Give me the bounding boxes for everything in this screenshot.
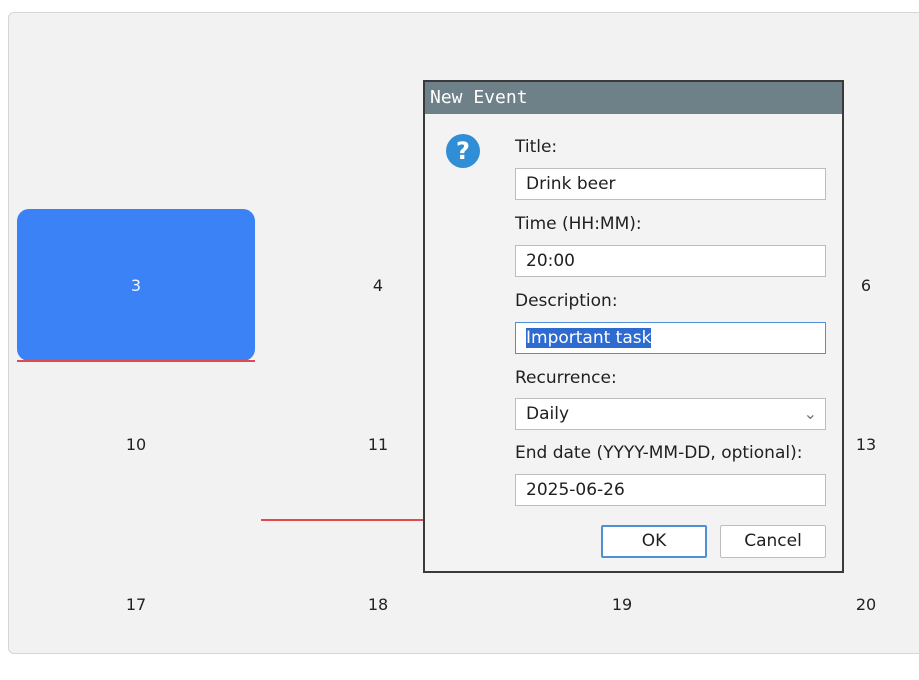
day-number: 10 xyxy=(125,434,147,454)
day-number: 6 xyxy=(860,275,872,295)
day-number: 18 xyxy=(367,594,389,614)
time-input[interactable]: 20:00 xyxy=(515,245,826,277)
day-number: 4 xyxy=(372,275,384,295)
day-number: 13 xyxy=(855,434,877,454)
event-indicator-line xyxy=(17,360,255,362)
day-cell-10[interactable]: 10 xyxy=(17,368,255,520)
end-date-input[interactable]: 2025-06-26 xyxy=(515,474,826,506)
day-number: 17 xyxy=(125,594,147,614)
time-input-value: 20:00 xyxy=(526,251,575,271)
title-label: Title: xyxy=(515,137,558,157)
question-icon: ? xyxy=(446,134,480,168)
day-number: 20 xyxy=(855,594,877,614)
cancel-button[interactable]: Cancel xyxy=(720,525,826,558)
dialog-title-bar[interactable]: New Event xyxy=(425,82,842,114)
dialog-title: New Event xyxy=(430,87,528,108)
recurrence-label: Recurrence: xyxy=(515,368,617,388)
day-cell-3[interactable]: 3 xyxy=(17,209,255,361)
day-number: 3 xyxy=(130,275,142,295)
title-input-value: Drink beer xyxy=(526,174,616,194)
event-indicator-line xyxy=(261,519,431,521)
title-input[interactable]: Drink beer xyxy=(515,168,826,200)
description-input-value: Important task xyxy=(526,328,652,348)
description-input[interactable]: Important task xyxy=(515,322,826,354)
day-cell-17[interactable]: 17 xyxy=(17,528,255,680)
ok-button[interactable]: OK xyxy=(601,525,707,558)
time-label: Time (HH:MM): xyxy=(515,214,642,234)
end-date-input-value: 2025-06-26 xyxy=(526,480,625,500)
recurrence-select-value: Daily xyxy=(526,404,570,424)
new-event-dialog: New Event ? Title: Drink beer Time (HH:M… xyxy=(423,80,844,573)
chevron-down-icon: ⌄ xyxy=(803,404,817,423)
day-number: 19 xyxy=(611,594,633,614)
recurrence-select[interactable]: Daily ⌄ xyxy=(515,398,826,430)
day-number: 11 xyxy=(367,434,389,454)
end-date-label: End date (YYYY-MM-DD, optional): xyxy=(515,443,803,463)
description-label: Description: xyxy=(515,291,618,311)
